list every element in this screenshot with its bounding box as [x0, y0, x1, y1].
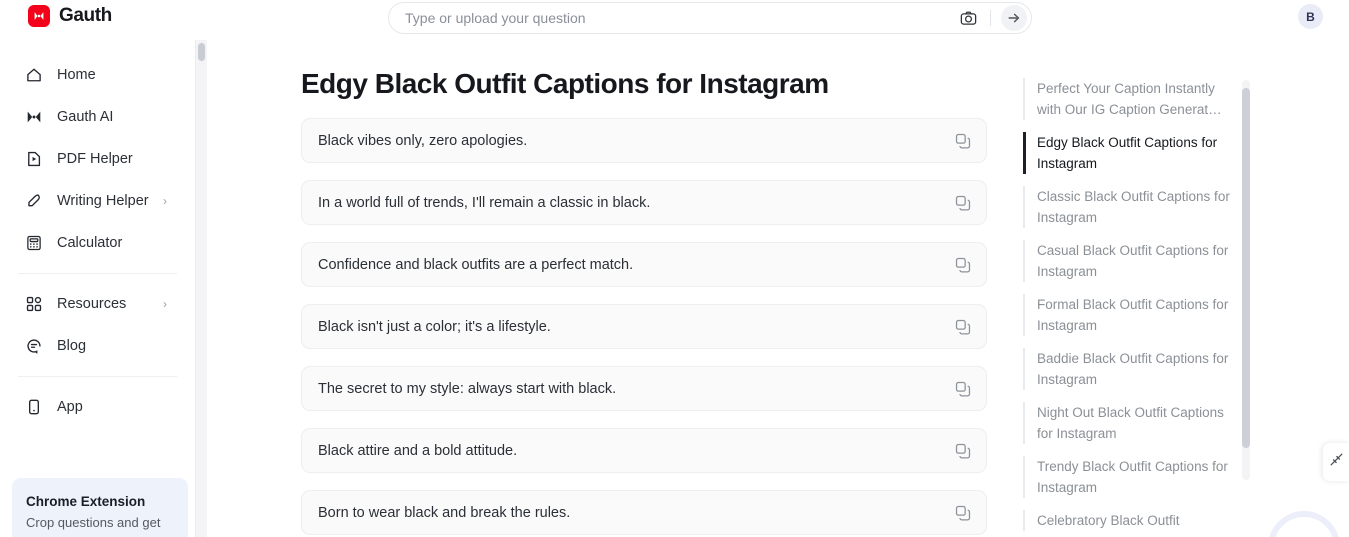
sidebar-item-label: Resources — [57, 296, 127, 312]
chrome-extension-card[interactable]: Chrome Extension Crop questions and get … — [12, 478, 188, 537]
decorative-circle — [1268, 511, 1340, 537]
feedback-edge-tab[interactable] — [1323, 443, 1349, 481]
sidebar-item-calculator[interactable]: Calculator — [0, 222, 195, 264]
caption-card[interactable]: Black attire and a bold attitude. — [301, 428, 987, 473]
search-input[interactable] — [389, 10, 956, 26]
copy-icon[interactable] — [954, 504, 972, 522]
toc-item[interactable]: Celebratory Black Outfit — [1023, 510, 1239, 531]
sidebar-scrollbar[interactable] — [196, 40, 207, 537]
left-sidebar: Home Gauth AI PDF Helper Writing Helper … — [0, 40, 196, 537]
pencil-icon — [24, 192, 43, 211]
caption-card[interactable]: Black vibes only, zero apologies. — [301, 118, 987, 163]
chevron-right-icon: › — [163, 297, 167, 311]
caption-text: Confidence and black outfits are a perfe… — [318, 256, 634, 273]
caption-card-list: Black vibes only, zero apologies. In a wo… — [301, 118, 987, 535]
gauth-logo-icon — [28, 5, 50, 27]
caption-text: Black vibes only, zero apologies. — [318, 132, 528, 149]
caption-text: Black isn't just a color; it's a lifesty… — [318, 318, 551, 335]
copy-icon[interactable] — [954, 256, 972, 274]
caption-card[interactable]: Born to wear black and break the rules. — [301, 490, 987, 535]
feedback-pen-icon — [1329, 452, 1344, 472]
toc-item-active[interactable]: Edgy Black Outfit Captions for Instagram — [1023, 132, 1239, 174]
sidebar-item-home[interactable]: Home — [0, 54, 195, 96]
avatar[interactable]: B — [1298, 4, 1323, 29]
arrow-right-icon[interactable] — [1001, 5, 1027, 31]
brand-name: Gauth — [59, 5, 112, 26]
search-bar[interactable] — [388, 2, 1032, 34]
toc-scrollbar-thumb[interactable] — [1242, 88, 1250, 448]
caption-card[interactable]: In a world full of trends, I'll remain a… — [301, 180, 987, 225]
sidebar-item-gauth-ai[interactable]: Gauth AI — [0, 96, 195, 138]
page-title: Edgy Black Outfit Captions for Instagram — [301, 68, 829, 99]
gauth-ai-icon — [24, 108, 43, 127]
copy-icon[interactable] — [954, 194, 972, 212]
caption-card[interactable]: Black isn't just a color; it's a lifesty… — [301, 304, 987, 349]
toc-item[interactable]: Baddie Black Outfit Captions for Instagr… — [1023, 348, 1239, 390]
camera-icon[interactable] — [956, 6, 980, 30]
toc-item[interactable]: Trendy Black Outfit Captions for Instagr… — [1023, 456, 1239, 498]
copy-icon[interactable] — [954, 380, 972, 398]
caption-text: Black attire and a bold attitude. — [318, 442, 518, 459]
chrome-extension-title: Chrome Extension — [26, 494, 146, 509]
search-divider — [990, 10, 991, 26]
sidebar-item-writing-helper[interactable]: Writing Helper › — [0, 180, 195, 222]
sidebar-item-label: Blog — [57, 338, 87, 354]
caption-card[interactable]: Confidence and black outfits are a perfe… — [301, 242, 987, 287]
copy-icon[interactable] — [954, 318, 972, 336]
app-root: Gauth B — [0, 0, 1349, 537]
caption-text: Born to wear black and break the rules. — [318, 504, 571, 521]
table-of-contents: Perfect Your Caption Instantly with Our … — [1023, 78, 1239, 537]
calculator-icon — [24, 234, 43, 253]
mobile-phone-icon — [24, 398, 43, 417]
caption-card[interactable]: The secret to my style: always start wit… — [301, 366, 987, 411]
sidebar-item-app[interactable]: App — [0, 386, 195, 428]
sidebar-divider-2 — [18, 376, 177, 377]
chrome-extension-description: Crop questions and get answers on any we… — [26, 515, 161, 537]
sidebar-item-label: Calculator — [57, 235, 123, 251]
main-content: Edgy Black Outfit Captions for Instagram… — [207, 40, 1007, 537]
sidebar-divider-1 — [18, 273, 177, 274]
sidebar-item-label: App — [57, 399, 83, 415]
toc-item[interactable]: Night Out Black Outfit Captions for Inst… — [1023, 402, 1239, 444]
home-icon — [24, 66, 43, 85]
toc-item[interactable]: Casual Black Outfit Captions for Instagr… — [1023, 240, 1239, 282]
pdf-file-icon — [24, 150, 43, 169]
sidebar-item-blog[interactable]: Blog — [0, 325, 195, 367]
copy-icon[interactable] — [954, 132, 972, 150]
sidebar-item-label: PDF Helper — [57, 151, 133, 167]
grid-squares-icon — [24, 295, 43, 314]
sidebar-item-label: Home — [57, 67, 96, 83]
brand-logo[interactable]: Gauth — [28, 5, 112, 27]
caption-text: The secret to my style: always start wit… — [318, 380, 617, 397]
copy-icon[interactable] — [954, 442, 972, 460]
sidebar-item-resources[interactable]: Resources › — [0, 283, 195, 325]
toc-item[interactable]: Perfect Your Caption Instantly with Our … — [1023, 78, 1239, 120]
sidebar-item-label: Writing Helper — [57, 193, 149, 209]
blog-icon — [24, 337, 43, 356]
toc-item[interactable]: Classic Black Outfit Captions for Instag… — [1023, 186, 1239, 228]
sidebar-item-label: Gauth AI — [57, 109, 114, 125]
sidebar-scrollbar-thumb[interactable] — [198, 43, 205, 61]
top-bar: Gauth B — [0, 0, 1349, 40]
toc-item[interactable]: Formal Black Outfit Captions for Instagr… — [1023, 294, 1239, 336]
chevron-right-icon: › — [163, 194, 167, 208]
sidebar-item-pdf-helper[interactable]: PDF Helper — [0, 138, 195, 180]
caption-text: In a world full of trends, I'll remain a… — [318, 194, 651, 211]
